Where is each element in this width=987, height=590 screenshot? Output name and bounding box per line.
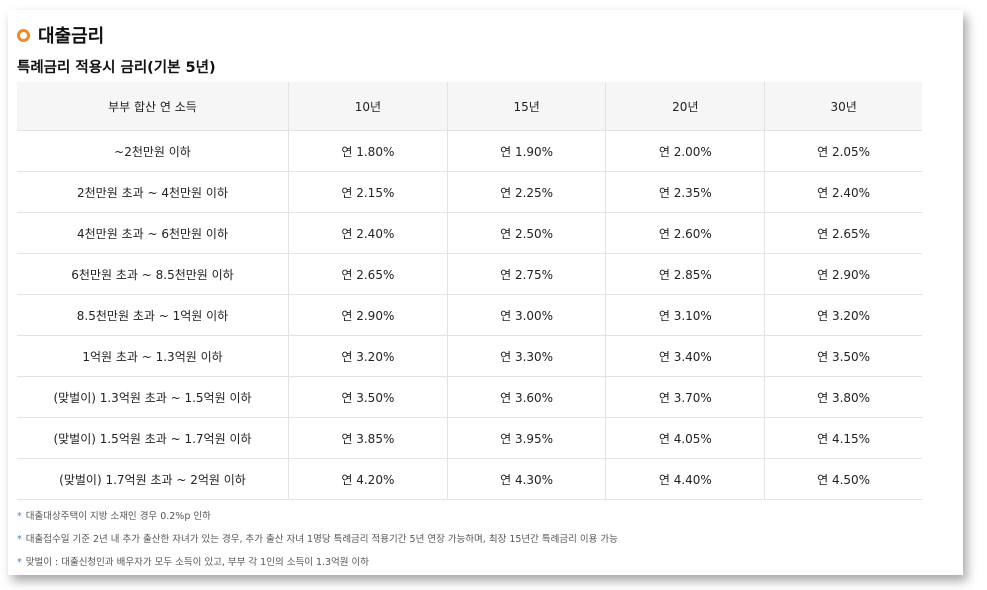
rate-cell: 연 2.35% bbox=[605, 171, 766, 213]
section-title: 대출금리 bbox=[38, 26, 105, 47]
column-header-15y: 15년 bbox=[446, 82, 607, 131]
income-range-cell: (맞벌이) 1.3억원 초과 ~ 1.5억원 이하 bbox=[17, 376, 289, 418]
section-subtitle: 특례금리 적용시 금리(기본 5년) bbox=[17, 60, 216, 76]
footnotes: * 대출대상주택이 지방 소재인 경우 0.2%p 인하 * 대출접수일 기준 2년… bbox=[17, 510, 618, 579]
footnote-text: 대출접수일 기준 2년 내 추가 출산한 자녀가 있는 경우, 추가 출산 자녀… bbox=[25, 534, 618, 545]
rate-cell: 연 4.50% bbox=[764, 458, 922, 500]
rate-cell: 연 3.00% bbox=[446, 294, 607, 336]
rate-cell: 연 1.80% bbox=[288, 130, 448, 172]
rate-cell: 연 3.85% bbox=[288, 417, 448, 459]
footnote: * 대출대상주택이 지방 소재인 경우 0.2%p 인하 bbox=[17, 510, 618, 533]
column-header-30y: 30년 bbox=[764, 82, 922, 131]
interest-rate-table: 부부 합산 연 소득 10년 15년 20년 30년 ~2천만원 이하 연 1.… bbox=[17, 82, 922, 500]
footnote: * 대출접수일 기준 2년 내 추가 출산한 자녀가 있는 경우, 추가 출산 자… bbox=[17, 533, 618, 556]
table-row: (맞벌이) 1.3억원 초과 ~ 1.5억원 이하 연 3.50% 연 3.60… bbox=[17, 376, 922, 418]
table-row: 2천만원 초과 ~ 4천만원 이하 연 2.15% 연 2.25% 연 2.35… bbox=[17, 171, 922, 213]
rate-cell: 연 4.05% bbox=[605, 417, 766, 459]
table-row: 4천만원 초과 ~ 6천만원 이하 연 2.40% 연 2.50% 연 2.60… bbox=[17, 212, 922, 254]
rate-cell: 연 3.60% bbox=[446, 376, 607, 418]
income-range-cell: 6천만원 초과 ~ 8.5천만원 이하 bbox=[17, 253, 289, 295]
table-row: 6천만원 초과 ~ 8.5천만원 이하 연 2.65% 연 2.75% 연 2.… bbox=[17, 253, 922, 295]
rate-cell: 연 2.00% bbox=[605, 130, 766, 172]
column-header-income: 부부 합산 연 소득 bbox=[17, 82, 289, 131]
rate-cell: 연 4.15% bbox=[764, 417, 922, 459]
rate-cell: 연 2.25% bbox=[446, 171, 607, 213]
rate-cell: 연 2.90% bbox=[288, 294, 448, 336]
income-range-cell: 2천만원 초과 ~ 4천만원 이하 bbox=[17, 171, 289, 213]
table-row: (맞벌이) 1.5억원 초과 ~ 1.7억원 이하 연 3.85% 연 3.95… bbox=[17, 417, 922, 459]
rate-cell: 연 3.20% bbox=[764, 294, 922, 336]
rate-cell: 연 3.40% bbox=[605, 335, 766, 377]
content-card: 대출금리 특례금리 적용시 금리(기본 5년) 부부 합산 연 소득 10년 1… bbox=[8, 10, 963, 575]
rate-cell: 연 2.40% bbox=[764, 171, 922, 213]
rate-cell: 연 2.50% bbox=[446, 212, 607, 254]
rate-cell: 연 2.75% bbox=[446, 253, 607, 295]
rate-cell: 연 3.80% bbox=[764, 376, 922, 418]
asterisk-icon: * bbox=[17, 557, 22, 568]
rate-cell: 연 3.95% bbox=[446, 417, 607, 459]
table-row: 8.5천만원 초과 ~ 1억원 이하 연 2.90% 연 3.00% 연 3.1… bbox=[17, 294, 922, 336]
footnote: * 맞벌이 : 대출신청인과 배우자가 모두 소득이 있고, 부부 각 1인의 소… bbox=[17, 556, 618, 579]
circle-bullet-icon bbox=[17, 28, 30, 42]
column-header-10y: 10년 bbox=[288, 82, 448, 131]
rate-cell: 연 3.50% bbox=[288, 376, 448, 418]
asterisk-icon: * bbox=[17, 534, 22, 545]
income-range-cell: 8.5천만원 초과 ~ 1억원 이하 bbox=[17, 294, 289, 336]
income-range-cell: 1억원 초과 ~ 1.3억원 이하 bbox=[17, 335, 289, 377]
rate-cell: 연 2.05% bbox=[764, 130, 922, 172]
rate-cell: 연 2.65% bbox=[764, 212, 922, 254]
income-range-cell: (맞벌이) 1.7억원 초과 ~ 2억원 이하 bbox=[17, 458, 289, 500]
rate-cell: 연 4.40% bbox=[605, 458, 766, 500]
rate-cell: 연 3.70% bbox=[605, 376, 766, 418]
rate-cell: 연 2.15% bbox=[288, 171, 448, 213]
rate-cell: 연 2.85% bbox=[605, 253, 766, 295]
table-row: (맞벌이) 1.7억원 초과 ~ 2억원 이하 연 4.20% 연 4.30% … bbox=[17, 458, 922, 500]
rate-cell: 연 2.40% bbox=[288, 212, 448, 254]
income-range-cell: 4천만원 초과 ~ 6천만원 이하 bbox=[17, 212, 289, 254]
section-heading: 대출금리 bbox=[17, 22, 104, 48]
rate-cell: 연 2.60% bbox=[605, 212, 766, 254]
asterisk-icon: * bbox=[17, 511, 22, 522]
table-row: 1억원 초과 ~ 1.3억원 이하 연 3.20% 연 3.30% 연 3.40… bbox=[17, 335, 922, 377]
rate-cell: 연 4.20% bbox=[288, 458, 448, 500]
income-range-cell: ~2천만원 이하 bbox=[17, 130, 289, 172]
rate-cell: 연 3.20% bbox=[288, 335, 448, 377]
income-range-cell: (맞벌이) 1.5억원 초과 ~ 1.7억원 이하 bbox=[17, 417, 289, 459]
rate-cell: 연 3.50% bbox=[764, 335, 922, 377]
rate-cell: 연 3.10% bbox=[605, 294, 766, 336]
footnote-text: 맞벌이 : 대출신청인과 배우자가 모두 소득이 있고, 부부 각 1인의 소득… bbox=[25, 557, 370, 568]
rate-cell: 연 2.65% bbox=[288, 253, 448, 295]
rate-cell: 연 1.90% bbox=[446, 130, 607, 172]
footnote-text: 대출대상주택이 지방 소재인 경우 0.2%p 인하 bbox=[25, 511, 211, 522]
table-header-row: 부부 합산 연 소득 10년 15년 20년 30년 bbox=[17, 82, 922, 131]
table-row: ~2천만원 이하 연 1.80% 연 1.90% 연 2.00% 연 2.05% bbox=[17, 130, 922, 172]
rate-cell: 연 2.90% bbox=[764, 253, 922, 295]
column-header-20y: 20년 bbox=[605, 82, 766, 131]
rate-cell: 연 3.30% bbox=[446, 335, 607, 377]
rate-cell: 연 4.30% bbox=[446, 458, 607, 500]
